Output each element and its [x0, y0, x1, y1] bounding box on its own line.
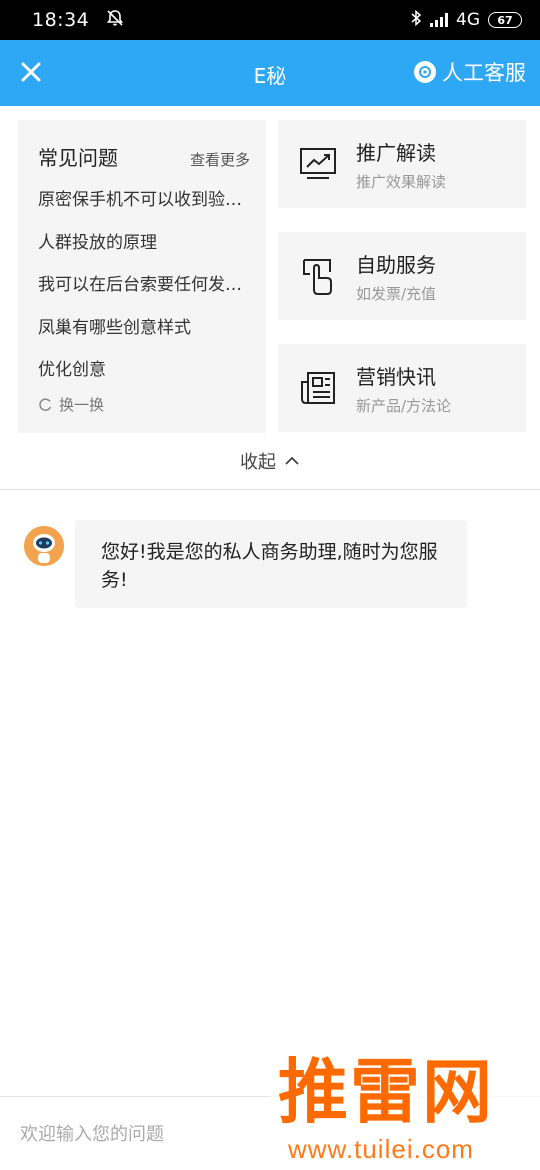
- status-bar: 18:34 4G 67: [0, 0, 540, 40]
- chat-area: 您好!我是您的私人商务助理,随时为您服务!: [0, 490, 540, 1096]
- signal-icon: [430, 13, 448, 27]
- feature-card-promotion[interactable]: 推广解读 推广效果解读: [278, 120, 526, 208]
- bot-message-bubble: 您好!我是您的私人商务助理,随时为您服务!: [75, 520, 467, 608]
- feature-title: 营销快讯: [356, 364, 436, 389]
- refresh-icon: [39, 397, 52, 411]
- faq-item[interactable]: 我可以在后台索要任何发票吗: [38, 264, 250, 307]
- feature-card-marketing-news[interactable]: 营销快讯 新产品/方法论: [278, 344, 526, 432]
- faq-list: 原密保手机不可以收到验证码怎么办 人群投放的原理 我可以在后台索要任何发票吗 凤…: [38, 179, 250, 392]
- trend-chart-icon: [298, 144, 338, 184]
- refresh-label: 换一换: [59, 395, 105, 414]
- feature-card-self-service[interactable]: 自助服务 如发票/充值: [278, 232, 526, 320]
- feature-subtitle: 新产品/方法论: [356, 396, 452, 415]
- human-service-button[interactable]: 人工客服: [414, 57, 526, 87]
- bluetooth-icon: [410, 9, 422, 32]
- watermark-url: www.tuilei.com: [288, 1134, 474, 1164]
- chevron-up-icon: [285, 456, 299, 465]
- faq-item[interactable]: 人群投放的原理: [38, 222, 250, 265]
- battery-icon: 67: [488, 12, 522, 28]
- bot-avatar: [24, 526, 64, 566]
- feature-subtitle: 推广效果解读: [356, 172, 447, 191]
- status-time: 18:34: [32, 9, 90, 31]
- newspaper-icon: [298, 368, 338, 408]
- refresh-button[interactable]: 换一换: [38, 394, 250, 415]
- faq-item[interactable]: 优化创意: [38, 349, 250, 392]
- feature-subtitle: 如发票/充值: [356, 284, 437, 303]
- faq-card: 常见问题 查看更多 原密保手机不可以收到验证码怎么办 人群投放的原理 我可以在后…: [18, 120, 266, 433]
- network-type: 4G: [456, 10, 480, 30]
- human-service-label: 人工客服: [442, 61, 526, 85]
- tap-hand-icon: [298, 256, 338, 296]
- faq-item[interactable]: 凤巢有哪些创意样式: [38, 307, 250, 350]
- quick-panel: 常见问题 查看更多 原密保手机不可以收到验证码怎么办 人群投放的原理 我可以在后…: [0, 106, 540, 490]
- faq-item[interactable]: 原密保手机不可以收到验证码怎么办: [38, 179, 250, 222]
- watermark: 推雷网 www.tuilei.com: [270, 1050, 540, 1170]
- faq-more-link[interactable]: 查看更多: [190, 149, 250, 170]
- mute-bell-icon: [105, 8, 125, 32]
- customer-service-icon: [414, 61, 436, 83]
- feature-title: 推广解读: [356, 140, 436, 165]
- faq-title: 常见问题: [38, 146, 118, 170]
- watermark-brand: 推雷网: [278, 1051, 494, 1133]
- feature-title: 自助服务: [356, 252, 436, 277]
- app-header: E秘 人工客服: [0, 40, 540, 106]
- collapse-button[interactable]: 收起: [0, 446, 540, 476]
- collapse-label: 收起: [240, 452, 276, 473]
